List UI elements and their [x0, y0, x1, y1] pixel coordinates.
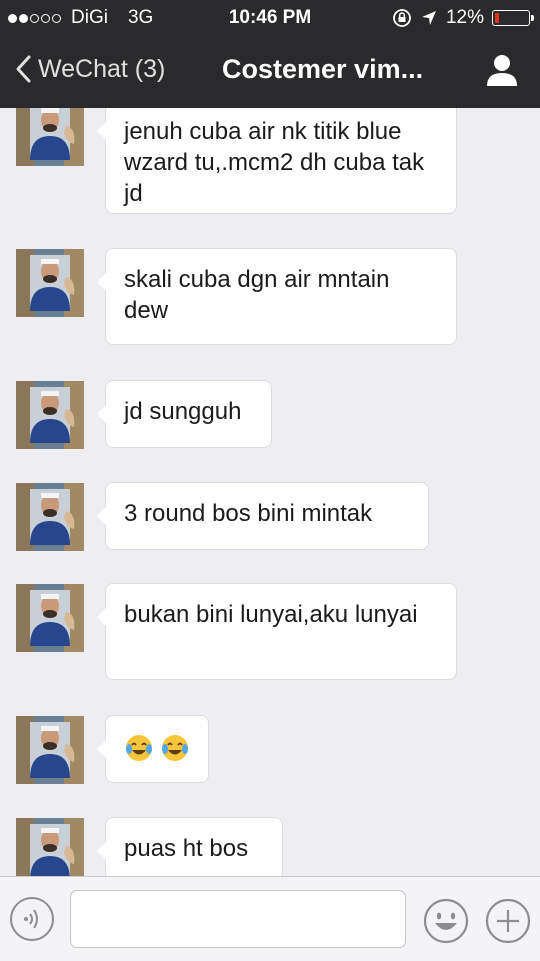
avatar-portrait: [16, 483, 84, 551]
message-text: jd sungguh: [124, 398, 242, 425]
avatar-portrait: [16, 584, 84, 652]
message-bubble[interactable]: 3 round bos bini mintak: [97, 483, 428, 549]
battery-icon: [492, 10, 534, 26]
add-attachment-button[interactable]: [484, 897, 532, 945]
chevron-left-icon: [16, 55, 31, 83]
input-bar: [0, 876, 540, 961]
voice-input-button[interactable]: [10, 897, 54, 941]
avatar-portrait: [16, 108, 84, 166]
message-input[interactable]: [70, 890, 406, 948]
avatar-portrait: [16, 381, 84, 449]
avatar[interactable]: [16, 818, 84, 876]
voice-icon: [24, 909, 38, 929]
status-right: 12%: [392, 7, 534, 29]
message-text: jenuh cuba air nk titik blue wzard tu,.m…: [124, 118, 425, 207]
navigation-bar: WeChat (3) Costemer vim...: [0, 36, 540, 108]
avatar[interactable]: [16, 249, 84, 317]
tears-of-joy-emoji: [126, 735, 152, 761]
plus-icon: [485, 898, 531, 944]
avatar[interactable]: [16, 483, 84, 551]
avatar-portrait: [16, 716, 84, 784]
person-icon: [487, 55, 517, 86]
emoji-group: [124, 730, 190, 763]
avatar[interactable]: [16, 381, 84, 449]
message-bubble[interactable]: skali cuba dgn air mntain dew: [97, 249, 456, 344]
message-text: skali cuba dgn air mntain dew: [124, 266, 390, 324]
chat-title: Costemer vim...: [222, 54, 424, 84]
emoji-button[interactable]: [422, 897, 470, 945]
message-bubble[interactable]: [97, 716, 208, 782]
status-bar: DiGi 3G 10:46 PM 12%: [0, 0, 540, 36]
message-bubble[interactable]: puas ht bos: [97, 818, 282, 876]
chat-area[interactable]: jenuh cuba air nk titik blue wzard tu,.m…: [0, 108, 540, 876]
message-bubble[interactable]: jenuh cuba air nk titik blue wzard tu,.m…: [97, 108, 456, 213]
avatar[interactable]: [16, 108, 84, 166]
location-arrow-icon: [421, 11, 436, 25]
avatar-portrait: [16, 249, 84, 317]
message-text: bukan bini lunyai,aku lunyai: [124, 601, 418, 628]
chat-info-button[interactable]: [484, 52, 520, 88]
battery-level-fill: [495, 13, 499, 23]
back-button[interactable]: WeChat (3): [14, 54, 165, 84]
battery-percent: 12%: [445, 7, 484, 28]
message-text: puas ht bos: [124, 835, 249, 862]
message-bubble[interactable]: jd sungguh: [97, 381, 271, 447]
lock-rotation-icon: [393, 9, 411, 27]
avatar[interactable]: [16, 716, 84, 784]
message-bubble[interactable]: bukan bini lunyai,aku lunyai: [97, 584, 456, 679]
message-text: 3 round bos bini mintak: [124, 500, 373, 527]
avatar-portrait: [16, 818, 84, 876]
back-button-label: WeChat (3): [38, 54, 166, 83]
tears-of-joy-emoji: [162, 735, 188, 761]
avatar[interactable]: [16, 584, 84, 652]
emoji-icon: [423, 898, 469, 944]
